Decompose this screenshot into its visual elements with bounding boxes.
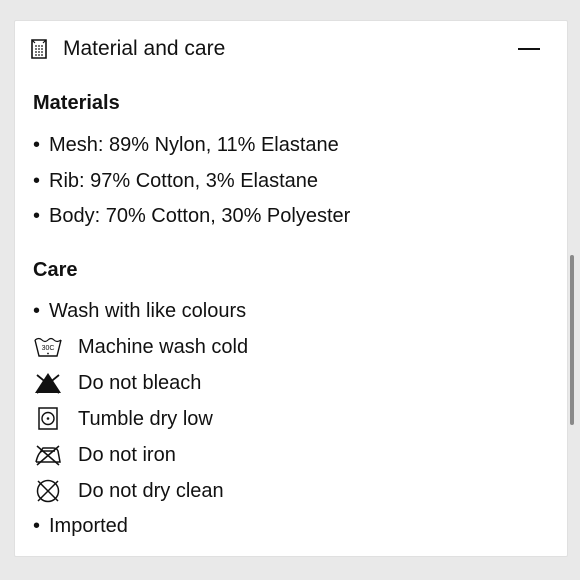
material-care-panel: Material and care Materials • Mesh: 89% … xyxy=(14,20,568,557)
material-item: • Rib: 97% Cotton, 3% Elastane xyxy=(33,166,318,196)
bullet: • xyxy=(33,300,41,322)
bullet: • xyxy=(33,515,41,537)
do-not-dry-clean-icon xyxy=(33,478,63,504)
care-text: Do not dry clean xyxy=(78,480,224,502)
care-text: Do not iron xyxy=(78,444,176,466)
materials-heading: Materials xyxy=(33,92,120,114)
material-item: • Body: 70% Cotton, 30% Polyester xyxy=(33,201,350,231)
section-title: Material and care xyxy=(63,37,226,60)
do-not-bleach-icon xyxy=(33,370,63,396)
fabric-label-icon xyxy=(29,38,49,60)
accordion-header[interactable]: Material and care xyxy=(15,21,567,77)
care-item: Tumble dry low xyxy=(33,404,213,434)
care-text: Wash with like colours xyxy=(49,300,247,322)
wash-30c-icon: 30C xyxy=(33,334,63,360)
care-item: 30C Machine wash cold xyxy=(33,332,248,362)
material-item: • Mesh: 89% Nylon, 11% Elastane xyxy=(33,130,339,160)
do-not-iron-icon xyxy=(33,442,63,468)
material-text: Mesh: 89% Nylon, 11% Elastane xyxy=(49,134,339,156)
material-text: Rib: 97% Cotton, 3% Elastane xyxy=(49,170,319,192)
care-text: Do not bleach xyxy=(78,372,202,394)
material-text: Body: 70% Cotton, 30% Polyester xyxy=(49,205,351,227)
care-item: Do not dry clean xyxy=(33,476,224,506)
care-item: Do not iron xyxy=(33,440,176,470)
scrollbar-thumb[interactable] xyxy=(570,255,574,425)
care-heading: Care xyxy=(33,259,78,281)
care-item: • Wash with like colours xyxy=(33,296,246,326)
tumble-dry-low-icon xyxy=(33,406,63,432)
minus-icon[interactable] xyxy=(516,40,542,58)
care-text: Tumble dry low xyxy=(78,408,213,430)
care-text: Imported xyxy=(49,515,128,537)
care-item: • Imported xyxy=(33,511,128,541)
bullet: • xyxy=(33,134,41,156)
bullet: • xyxy=(33,170,41,192)
bullet: • xyxy=(33,205,41,227)
care-item: Do not bleach xyxy=(33,368,201,398)
care-text: Machine wash cold xyxy=(78,336,249,358)
wash-temp-label: 30C xyxy=(42,345,55,352)
